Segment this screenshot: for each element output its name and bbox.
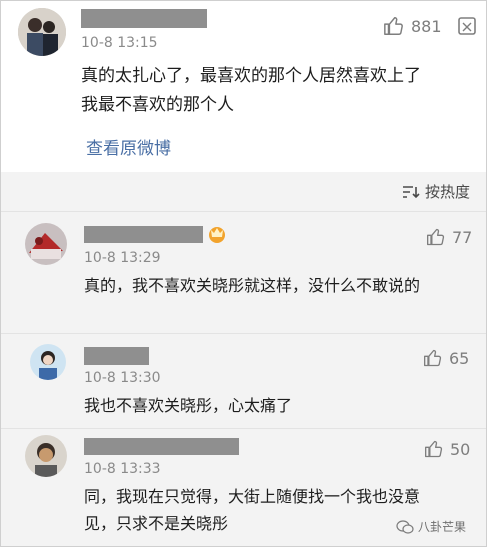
thumbs-up-icon: [384, 17, 403, 35]
post-avatar[interactable]: [18, 8, 66, 56]
post-like-count: 881: [411, 16, 442, 36]
crown-badge-icon: [206, 224, 228, 248]
comment-like-count: 77: [452, 227, 473, 247]
sort-icon: [403, 185, 420, 198]
sort-label: 按热度: [425, 183, 471, 201]
comment-avatar[interactable]: [25, 435, 67, 477]
comment-time: 10-8 13:30: [84, 370, 161, 386]
username-redacted: [84, 438, 239, 455]
comment-like-button[interactable]: 65: [423, 348, 469, 368]
divider: [1, 428, 486, 429]
thumbs-up-icon: [425, 440, 443, 458]
divider: [1, 333, 486, 334]
username-redacted: [81, 9, 207, 28]
username-redacted: [84, 226, 203, 243]
thumbs-up-icon: [424, 349, 442, 367]
wechat-icon: [396, 519, 414, 534]
comment-icon[interactable]: [457, 16, 477, 36]
comment-like-count: 50: [450, 439, 471, 459]
thumbs-up-icon: [427, 228, 445, 246]
comment-like-count: 65: [449, 348, 470, 368]
comment-avatar[interactable]: [30, 344, 66, 380]
weibo-post: 10-8 13:15 881 真的太扎心了，最喜欢的那个人居然喜欢上了我最不喜欢…: [1, 1, 486, 172]
post-like-button[interactable]: 881: [383, 15, 442, 37]
divider: [1, 211, 486, 212]
post-time: 10-8 13:15: [81, 35, 158, 51]
comment-like-button[interactable]: 50: [424, 439, 470, 459]
watermark-text: 八卦芒果: [418, 520, 467, 534]
username-redacted: [84, 347, 149, 365]
comment-content: 我也不喜欢关晓彤，心太痛了: [84, 396, 293, 415]
comment-avatar[interactable]: [25, 223, 67, 265]
comment-like-button[interactable]: 77: [426, 227, 472, 247]
post-content: 真的太扎心了，最喜欢的那个人居然喜欢上了我最不喜欢的那个人: [81, 66, 421, 115]
view-original-link[interactable]: 查看原微博: [86, 134, 171, 159]
comment-content: 真的，我不喜欢关晓彤就这样，没什么不敢说的: [84, 276, 421, 295]
comment-time: 10-8 13:33: [84, 461, 161, 477]
sort-by-heat-button[interactable]: 按热度: [402, 181, 470, 202]
comment-content: 同，我现在只觉得，大街上随便找一个我也没意见，只求不是关晓彤: [84, 487, 421, 533]
comment-time: 10-8 13:29: [84, 250, 161, 266]
watermark: 八卦芒果: [396, 518, 466, 535]
